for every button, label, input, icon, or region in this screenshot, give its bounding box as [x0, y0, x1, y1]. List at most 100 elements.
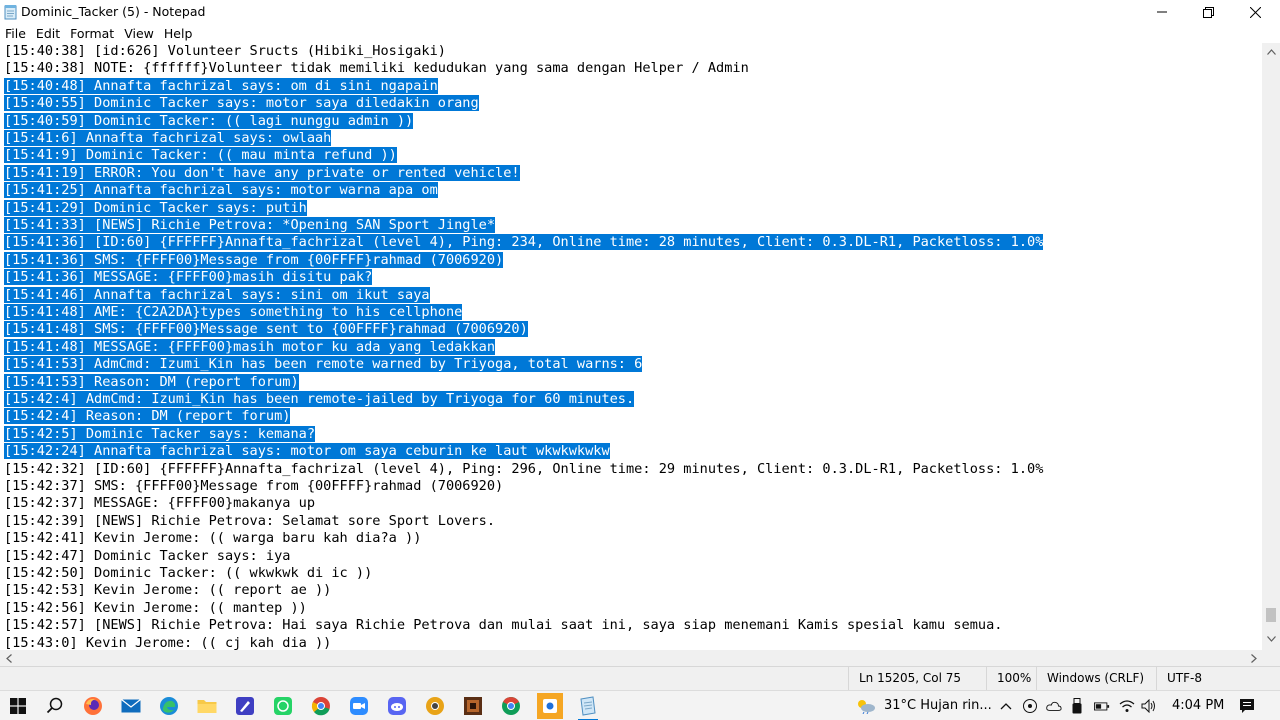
selected-text: [15:41:53] Reason: DM (report forum)	[4, 373, 299, 390]
horizontal-scrollbar[interactable]	[0, 650, 1262, 666]
weather-icon[interactable]	[855, 698, 877, 714]
selected-text: [15:41:48] SMS: {FFFF00}Message sent to …	[4, 321, 528, 338]
status-bar: Ln 15205, Col 75 100% Windows (CRLF) UTF…	[0, 666, 1280, 690]
text-editor[interactable]: [15:40:38] [id:626] Volunteer Sructs (Hi…	[0, 43, 1262, 650]
line-text: [15:42:32] [ID:60] {FFFFFF}Annafta_fachr…	[4, 460, 1044, 477]
battery-icon[interactable]	[1094, 698, 1110, 714]
volume-icon[interactable]	[1141, 698, 1157, 714]
selected-text: [15:42:24] Annafta fachrizal says: motor…	[4, 443, 610, 460]
taskbar: 31°C Hujan rin... 4:04 PM	[0, 690, 1280, 720]
search-icon[interactable]	[43, 694, 67, 718]
close-button[interactable]	[1232, 0, 1278, 24]
windows-start-icon[interactable]	[6, 694, 30, 718]
menu-file[interactable]: File	[0, 24, 31, 43]
line-text: [15:43:0] Kevin Jerome: (( cj kah dia ))	[4, 634, 332, 650]
line-text: [15:42:39] [NEWS] Richie Petrova: Selama…	[4, 512, 496, 529]
text-line: [15:41:46] Annafta fachrizal says: sini …	[4, 286, 430, 304]
line-text: [15:42:56] Kevin Jerome: (( mantep ))	[4, 599, 307, 616]
text-line: [15:41:48] AME: {C2A2DA}types something …	[4, 304, 463, 321]
line-text: [15:40:38] [id:626] Volunteer Sructs (Hi…	[4, 43, 446, 59]
selected-text: [15:40:59] Dominic Tacker: (( lagi nungg…	[4, 112, 414, 129]
minimize-button[interactable]	[1139, 0, 1185, 24]
line-text: [15:42:37] SMS: {FFFF00}Message from {00…	[4, 478, 504, 494]
menu-edit[interactable]: Edit	[31, 24, 65, 43]
text-line: [15:40:38] [id:626] Volunteer Sructs (Hi…	[4, 43, 446, 60]
selected-text: [15:41:29] Dominic Tacker says: putih	[4, 199, 307, 216]
firefox-icon[interactable]	[81, 694, 105, 718]
mail-icon[interactable]	[119, 694, 143, 718]
text-line: [15:42:37] MESSAGE: {FFFF00}makanya up	[4, 495, 315, 512]
vertical-scrollbar[interactable]	[1262, 43, 1280, 650]
text-line: [15:40:55] Dominic Tacker says: motor sa…	[4, 95, 479, 112]
selected-text: [15:41:36] SMS: {FFFF00}Message from {00…	[4, 251, 504, 268]
chrome-profile-icon[interactable]	[499, 694, 523, 718]
notepad-taskbar-icon[interactable]	[576, 694, 600, 720]
text-line: [15:42:57] [NEWS] Richie Petrova: Hai sa…	[4, 617, 1002, 634]
text-line: [15:41:48] SMS: {FFFF00}Message sent to …	[4, 321, 528, 338]
weather-text[interactable]: 31°C Hujan rin...	[884, 691, 992, 720]
selected-text: [15:41:6] Annafta fachrizal says: owlaah	[4, 130, 332, 146]
scroll-right-icon[interactable]	[1245, 650, 1262, 666]
text-line: [15:40:48] Annafta fachrizal says: om di…	[4, 77, 438, 95]
selected-text: [15:41:36] [ID:60] {FFFFFF}Annafta_fachr…	[4, 234, 1044, 251]
selected-text: [15:42:4] Reason: DM (report forum)	[4, 408, 291, 425]
line-text: [15:40:38] NOTE: {ffffff}Volunteer tidak…	[4, 60, 749, 77]
whatsapp-icon[interactable]	[271, 694, 295, 718]
text-line: [15:42:47] Dominic Tacker says: iya	[4, 548, 290, 565]
scroll-down-icon[interactable]	[1262, 630, 1280, 647]
edge-icon[interactable]	[157, 694, 181, 718]
text-line: [15:41:36] MESSAGE: {FFFF00}masih disitu…	[4, 269, 373, 286]
maximize-button[interactable]	[1185, 0, 1231, 24]
text-line: [15:42:41] Kevin Jerome: (( warga baru k…	[4, 530, 421, 547]
clock-time[interactable]: 4:04 PM	[1172, 691, 1224, 720]
chrome-canary-icon[interactable]	[423, 694, 447, 718]
selected-text: [15:41:53] AdmCmd: Izumi_Kin has been re…	[4, 356, 643, 373]
text-line: [15:41:36] [ID:60] {FFFFFF}Annafta_fachr…	[4, 234, 1044, 251]
menu-help[interactable]: Help	[159, 24, 198, 43]
line-text: [15:42:57] [NEWS] Richie Petrova: Hai sa…	[4, 617, 1003, 634]
zoom-level: 100%	[986, 667, 1036, 690]
cursor-position: Ln 15205, Col 75	[848, 667, 996, 690]
line-text: [15:42:47] Dominic Tacker says: iya	[4, 547, 291, 564]
chrome-icon[interactable]	[309, 694, 333, 718]
selected-text: [15:42:4] AdmCmd: Izumi_Kin has been rem…	[4, 391, 635, 407]
menu-format[interactable]: Format	[65, 24, 119, 43]
selected-text: [15:41:36] MESSAGE: {FFFF00}masih disitu…	[4, 269, 373, 286]
minimize-icon	[1157, 11, 1167, 13]
title-bar: Dominic_Tacker (5) - Notepad	[0, 0, 1280, 24]
wifi-icon[interactable]	[1119, 698, 1135, 714]
text-line: [15:42:5] Dominic Tacker says: kemana?	[4, 425, 315, 443]
discord-icon[interactable]	[385, 694, 409, 718]
vertical-scroll-thumb[interactable]	[1266, 608, 1276, 622]
text-line: [15:40:59] Dominic Tacker: (( lagi nungg…	[4, 112, 414, 130]
meet-now-icon[interactable]	[1022, 698, 1038, 714]
scroll-up-icon[interactable]	[1262, 43, 1280, 60]
notification-icon[interactable]	[1239, 698, 1255, 714]
active-app-icon[interactable]	[537, 693, 563, 719]
scroll-left-icon[interactable]	[0, 650, 17, 666]
line-text: [15:42:53] Kevin Jerome: (( report ae ))	[4, 582, 332, 599]
menu-view[interactable]: View	[119, 24, 159, 43]
file-explorer-icon[interactable]	[195, 694, 219, 718]
selected-text: [15:41:19] ERROR: You don't have any pri…	[4, 164, 520, 181]
selected-text: [15:41:25] Annafta fachrizal says: motor…	[4, 182, 438, 199]
menu-bar: File Edit Format View Help	[0, 24, 1280, 43]
usb-device-icon[interactable]	[1069, 698, 1085, 714]
text-line: [15:42:4] Reason: DM (report forum)	[4, 408, 291, 425]
text-line: [15:42:53] Kevin Jerome: (( report ae ))	[4, 582, 331, 599]
text-line: [15:41:53] AdmCmd: Izumi_Kin has been re…	[4, 356, 643, 373]
onedrive-icon[interactable]	[1046, 698, 1062, 714]
selected-text: [15:40:48] Annafta fachrizal says: om di…	[4, 77, 438, 94]
chevron-up-icon[interactable]	[998, 698, 1014, 714]
notepad-icon	[4, 4, 18, 20]
game-app-icon[interactable]	[461, 694, 485, 718]
text-line: [15:41:6] Annafta fachrizal says: owlaah	[4, 130, 332, 147]
text-line: [15:42:37] SMS: {FFFF00}Message from {00…	[4, 478, 503, 495]
selected-text: [15:40:55] Dominic Tacker says: motor sa…	[4, 95, 479, 112]
selected-text: [15:41:48] AME: {C2A2DA}types something …	[4, 304, 463, 320]
zoom-icon[interactable]	[347, 694, 371, 718]
text-line: [15:41:33] [NEWS] Richie Petrova: *Openi…	[4, 217, 496, 234]
text-line: [15:41:36] SMS: {FFFF00}Message from {00…	[4, 251, 504, 269]
selected-text: [15:41:9] Dominic Tacker: (( mau minta r…	[4, 147, 397, 164]
pen-app-icon[interactable]	[233, 694, 257, 718]
